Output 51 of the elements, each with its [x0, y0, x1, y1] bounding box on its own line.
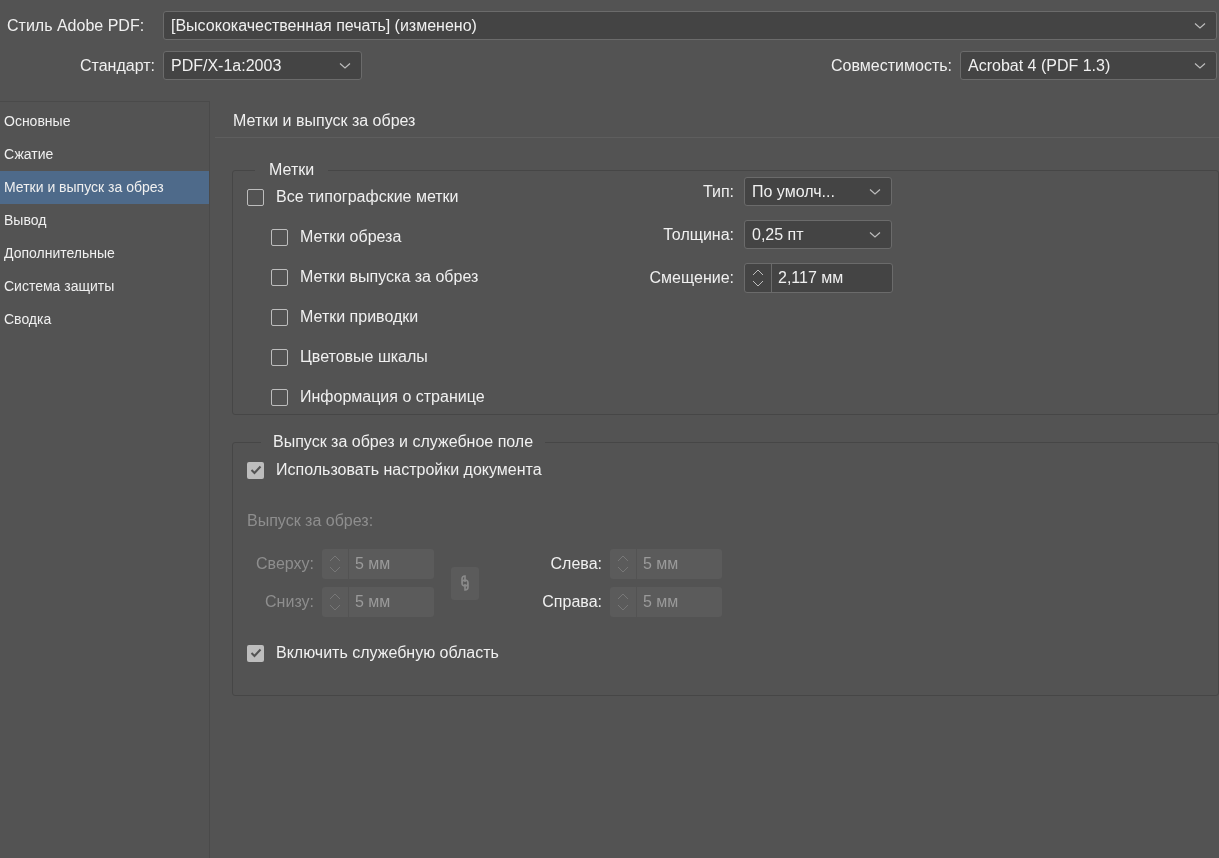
- number-field[interactable]: 2,117 мм: [744, 263, 893, 293]
- sidebar-item[interactable]: Метки и выпуск за обрез: [0, 171, 209, 204]
- checkbox[interactable]: [271, 348, 288, 366]
- field-label: Толщина:: [662, 224, 734, 245]
- sidebar-item[interactable]: Основные: [0, 105, 209, 138]
- checkbox[interactable]: [247, 188, 264, 206]
- group-title: Метки: [268, 160, 316, 180]
- sidebar-item[interactable]: Система защиты: [0, 270, 209, 303]
- field-label: Смещение:: [648, 268, 734, 288]
- link-button[interactable]: [451, 566, 479, 600]
- page-title: Метки и выпуск за обрез: [233, 112, 416, 129]
- sidebar-item[interactable]: Сжатие: [0, 138, 209, 171]
- field-label: Слева:: [550, 554, 602, 574]
- dropdown[interactable]: 0,25 пт: [744, 220, 892, 249]
- checkbox[interactable]: [271, 268, 288, 286]
- checkbox[interactable]: [271, 388, 288, 406]
- checkbox-label: Цветовые шкалы: [300, 347, 428, 367]
- field-label: Стандарт:: [80, 55, 155, 76]
- dropdown[interactable]: Acrobat 4 (PDF 1.3): [960, 51, 1217, 80]
- checkbox-label: Все типографские метки: [276, 187, 459, 207]
- chevron-down-icon: [1194, 61, 1206, 70]
- checkmark-icon: [249, 465, 262, 475]
- chevron-down-icon: [869, 187, 881, 196]
- field-label: Совместимость:: [831, 55, 952, 76]
- checkbox-label: Метки обреза: [300, 227, 402, 247]
- checkbox-label: Метки приводки: [300, 307, 419, 327]
- checkbox-label: Информация о странице: [300, 387, 485, 407]
- checkbox-label: Включить служебную область: [276, 643, 499, 663]
- group-title: Выпуск за обрез и служебное поле: [272, 432, 535, 452]
- dropdown[interactable]: По умолч...: [744, 177, 892, 206]
- chevron-down-icon: [1194, 21, 1206, 30]
- checkbox[interactable]: [271, 228, 288, 246]
- field-label: Справа:: [542, 592, 602, 612]
- dropdown[interactable]: [Высококачественная печать] (изменено): [163, 11, 1217, 40]
- checkmark-icon: [249, 648, 262, 658]
- checkbox-label: Использовать настройки документа: [276, 460, 542, 480]
- sidebar-item[interactable]: Вывод: [0, 204, 209, 237]
- checkbox-label: Метки выпуска за обрез: [300, 267, 479, 287]
- checkbox[interactable]: [271, 308, 288, 326]
- section-label: Выпуск за обрез:: [247, 512, 374, 529]
- field-label: Стиль Adobe PDF:: [6, 15, 146, 36]
- field-label: Снизу:: [265, 592, 314, 612]
- dropdown[interactable]: PDF/X-1a:2003: [163, 51, 362, 80]
- chevron-down-icon: [339, 61, 351, 70]
- chain-link-icon: [460, 573, 470, 593]
- sidebar-item[interactable]: Сводка: [0, 303, 209, 336]
- chevron-down-icon: [869, 230, 881, 239]
- stepper-arrows-icon[interactable]: [752, 267, 764, 289]
- field-label: Сверху:: [256, 554, 314, 574]
- field-label: Тип:: [701, 181, 734, 202]
- sidebar-item[interactable]: Дополнительные: [0, 237, 209, 270]
